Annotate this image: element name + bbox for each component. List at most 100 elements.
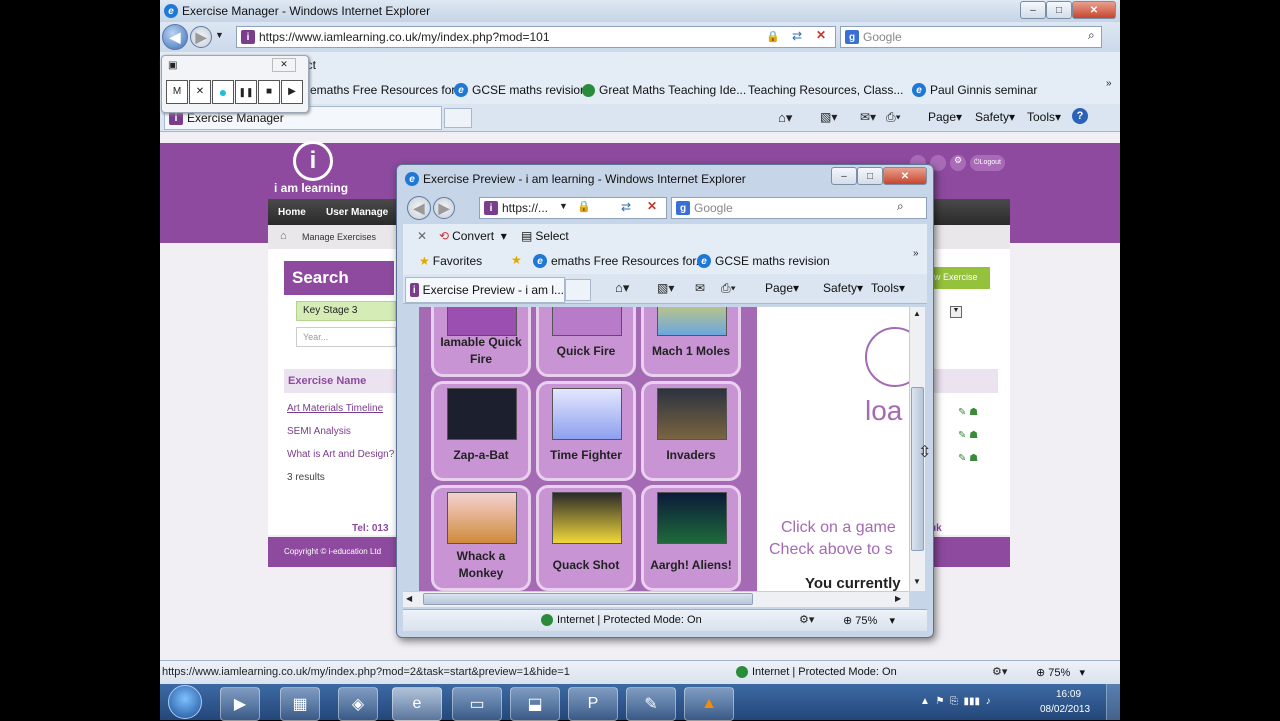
- refresh-icon[interactable]: ⇄: [792, 29, 802, 43]
- maximize-button[interactable]: □: [1046, 1, 1072, 19]
- home-icon[interactable]: ⌂: [280, 230, 287, 242]
- table-row[interactable]: Art Materials Timeline: [287, 403, 383, 414]
- powerpoint-icon[interactable]: P: [568, 687, 618, 721]
- game-tile-invaders[interactable]: Invaders: [641, 381, 741, 481]
- home-icon[interactable]: ⌂▾: [778, 110, 792, 126]
- clock-date[interactable]: 08/02/2013: [1040, 704, 1090, 715]
- game-tile-iamable-quick-fire[interactable]: Iamable Quick Fire: [431, 307, 531, 377]
- help-icon[interactable]: ?: [1072, 108, 1088, 124]
- preview-maximize[interactable]: □: [857, 167, 883, 185]
- recorder-cancel-button[interactable]: ✕: [189, 80, 211, 104]
- protected-mode-icon[interactable]: ⚙▾: [992, 665, 1007, 678]
- explorer-icon[interactable]: ▭: [452, 687, 502, 721]
- scroll-left-icon[interactable]: ◀: [406, 594, 412, 603]
- recorder-record-button[interactable]: ●: [212, 80, 234, 104]
- fav-gcse[interactable]: e GCSE maths revision: [454, 83, 587, 97]
- ie-taskbar-icon[interactable]: e: [392, 687, 442, 721]
- row-actions[interactable]: ✎ ☗ ✎ ☗ ✎ ☗: [958, 401, 978, 470]
- game-tile-quick-fire[interactable]: Quick Fire: [536, 307, 636, 377]
- year-input[interactable]: Year...: [296, 327, 396, 347]
- tab-exercise-preview[interactable]: i Exercise Preview - i am l...: [405, 277, 565, 303]
- recorder-stop-button[interactable]: ■: [258, 80, 280, 104]
- game-tile-zap-a-bat[interactable]: Zap-a-Bat: [431, 381, 531, 481]
- clock-time[interactable]: 16:09: [1056, 689, 1081, 700]
- fav-emaths[interactable]: emaths Free Resources for...: [310, 83, 465, 97]
- nav-home[interactable]: Home: [278, 207, 306, 218]
- feeds-icon[interactable]: ▧▾: [820, 110, 837, 124]
- key-stage-select[interactable]: Key Stage 3: [296, 301, 396, 321]
- scroll-up-icon[interactable]: ▲: [913, 309, 921, 318]
- scroll-right-icon[interactable]: ▶: [895, 594, 901, 603]
- logout-button[interactable]: ⏻Logout: [970, 155, 1005, 171]
- chevron-icon[interactable]: »: [1106, 78, 1112, 89]
- search-icon[interactable]: ⌕: [897, 199, 904, 214]
- search-box[interactable]: g Google: [840, 26, 1102, 48]
- recorder-close[interactable]: ✕: [272, 58, 296, 72]
- fav-emaths[interactable]: e emaths Free Resources for...: [533, 254, 706, 268]
- preview-close[interactable]: ✕: [883, 167, 927, 185]
- mail-icon[interactable]: ✉: [695, 281, 705, 295]
- game-tile-aargh-aliens[interactable]: Aargh! Aliens!: [641, 485, 741, 591]
- forward-button[interactable]: ▶: [190, 26, 212, 48]
- new-exercise-button[interactable]: w Exercise: [930, 267, 990, 289]
- favorites-button[interactable]: ★ Favorites: [419, 254, 482, 268]
- home-icon[interactable]: ⌂▾: [615, 280, 629, 296]
- menu-safety[interactable]: Safety ▾: [823, 281, 863, 295]
- select-button[interactable]: ▤ Select: [521, 229, 569, 243]
- show-desktop-button[interactable]: [1106, 684, 1120, 720]
- recycle-icon[interactable]: ⬓: [510, 687, 560, 721]
- preview-address-bar[interactable]: i https://...: [479, 197, 667, 219]
- tray-icons[interactable]: ▲ ⚑ ⎘ ▮▮▮ ♪: [920, 696, 991, 707]
- feeds-icon[interactable]: ▧▾: [657, 281, 674, 295]
- mail-icon[interactable]: ✉▾: [860, 110, 876, 124]
- preview-minimize[interactable]: –: [831, 167, 857, 185]
- history-dropdown-icon[interactable]: ▼: [215, 30, 224, 40]
- back-button[interactable]: ◀: [162, 24, 188, 50]
- preview-zoom-level[interactable]: ⊕ 75% ▾: [843, 614, 895, 628]
- fav-teaching[interactable]: Teaching Resources, Class...: [748, 83, 903, 97]
- vlc-icon[interactable]: ▲: [684, 687, 734, 721]
- preview-search-box[interactable]: g Google: [671, 197, 927, 219]
- game-tile-quack-shot[interactable]: Quack Shot: [536, 485, 636, 591]
- start-button[interactable]: [168, 685, 202, 719]
- minimize-button[interactable]: –: [1020, 1, 1046, 19]
- column-exercise-name[interactable]: Exercise Name: [288, 375, 366, 387]
- refresh-icon[interactable]: ⇄: [621, 200, 631, 214]
- menu-tools[interactable]: Tools ▾: [1027, 110, 1061, 124]
- menu-page[interactable]: Page ▾: [928, 110, 962, 124]
- print-icon[interactable]: ⎙▾: [721, 281, 736, 296]
- stop-icon[interactable]: ✕: [816, 28, 826, 42]
- media-player-icon[interactable]: ▶: [220, 687, 260, 721]
- preview-forward[interactable]: ▶: [433, 197, 455, 219]
- add-favorite-icon[interactable]: ★: [511, 253, 522, 267]
- nav-user-manage[interactable]: User Manage: [326, 207, 388, 218]
- game-tile-mach-1-moles[interactable]: Mach 1 Moles: [641, 307, 741, 377]
- app-grid-icon[interactable]: ▦: [280, 687, 320, 721]
- close-toolbar-icon[interactable]: ✕: [417, 229, 427, 243]
- chevron-icon[interactable]: »: [913, 248, 919, 259]
- recorder-m-button[interactable]: M: [166, 80, 188, 104]
- game-tile-whack-a-monkey[interactable]: Whack a Monkey: [431, 485, 531, 591]
- h-scroll-thumb[interactable]: [423, 593, 753, 605]
- game-tile-time-fighter[interactable]: Time Fighter: [536, 381, 636, 481]
- address-bar[interactable]: i https://www.iamlearning.co.uk/my/index…: [236, 26, 836, 48]
- search-icon[interactable]: ⌕: [1088, 28, 1095, 43]
- fav-great-maths[interactable]: Great Maths Teaching Ide...: [582, 83, 746, 97]
- fav-gcse[interactable]: e GCSE maths revision: [697, 254, 830, 268]
- tools-icon[interactable]: ✎: [626, 687, 676, 721]
- lock-icon[interactable]: 🔒: [766, 30, 780, 43]
- stop-icon[interactable]: ✕: [647, 199, 657, 213]
- menu-safety[interactable]: Safety ▾: [975, 110, 1015, 124]
- table-row[interactable]: What is Art and Design?: [287, 449, 394, 460]
- convert-button[interactable]: ⟲ Convert ▾: [439, 229, 507, 243]
- protected-mode-icon[interactable]: ⚙▾: [799, 613, 814, 626]
- menu-tools[interactable]: Tools ▾: [871, 281, 905, 295]
- breadcrumb-label[interactable]: Manage Exercises: [302, 232, 376, 242]
- table-row[interactable]: SEMI Analysis: [287, 426, 351, 437]
- zoom-level[interactable]: ⊕ 75% ▾: [1036, 666, 1085, 680]
- preview-back[interactable]: ◀: [407, 196, 431, 220]
- scroll-thumb[interactable]: [911, 387, 924, 551]
- dropdown-arrow-icon[interactable]: ▼: [950, 306, 962, 318]
- address-dropdown-icon[interactable]: ▼: [559, 201, 568, 211]
- lock-icon[interactable]: 🔒: [577, 200, 591, 213]
